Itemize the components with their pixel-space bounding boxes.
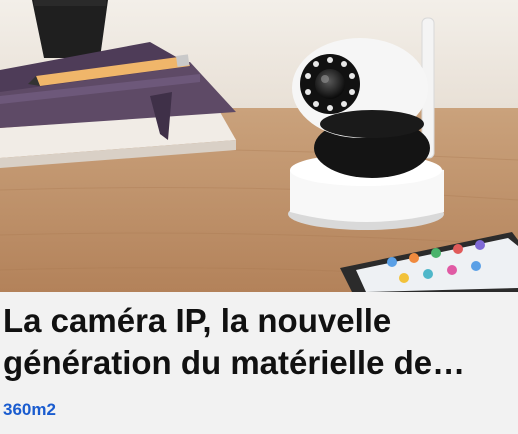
plant-pot-icon	[32, 0, 108, 58]
article-card[interactable]: La caméra IP, la nouvelle génération du …	[0, 0, 518, 434]
article-title[interactable]: La caméra IP, la nouvelle génération du …	[3, 300, 513, 384]
article-thumbnail[interactable]	[0, 0, 518, 292]
source-label[interactable]: 360m2	[3, 399, 56, 421]
